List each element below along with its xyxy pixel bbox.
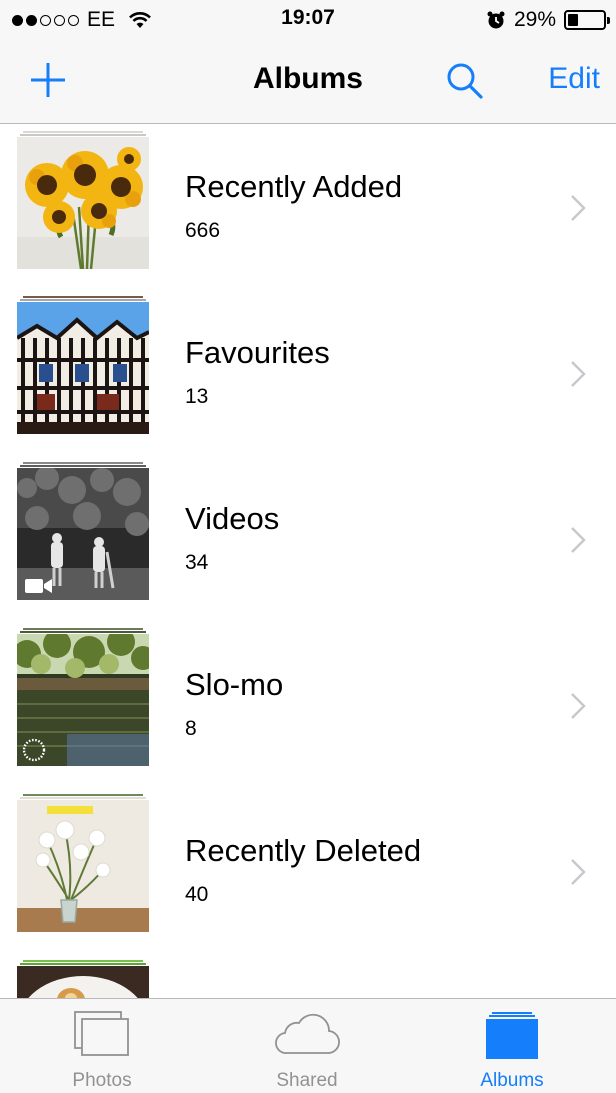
page-title: Albums bbox=[252, 62, 363, 95]
album-count: 13 bbox=[185, 385, 209, 408]
album-thumbnail bbox=[17, 131, 149, 269]
album-count: 40 bbox=[185, 883, 209, 906]
tudor-building-image bbox=[17, 302, 149, 434]
album-title: Videos bbox=[185, 501, 280, 536]
album-row-recently-added[interactable]: Recently Added 666 bbox=[0, 125, 616, 291]
albums-icon bbox=[486, 1012, 538, 1059]
battery-percent: 29% bbox=[513, 8, 556, 31]
chevron-right-icon bbox=[571, 859, 586, 885]
tab-shared[interactable]: Shared bbox=[227, 999, 387, 1093]
video-camera-icon bbox=[25, 579, 52, 593]
tab-label: Shared bbox=[276, 1070, 338, 1091]
album-count: 34 bbox=[185, 551, 209, 574]
tab-albums[interactable]: Albums bbox=[432, 999, 592, 1093]
alarm-icon bbox=[487, 11, 505, 29]
navigation-bar: Albums Edit bbox=[0, 40, 616, 124]
album-thumbnail bbox=[17, 296, 149, 434]
search-icon[interactable] bbox=[444, 60, 484, 100]
tab-label: Photos bbox=[72, 1070, 132, 1091]
album-thumbnail bbox=[17, 462, 149, 600]
album-title: Slo-mo bbox=[185, 667, 284, 702]
album-row-favourites[interactable]: Favourites 13 bbox=[0, 291, 616, 457]
album-title: Recently Added bbox=[185, 169, 403, 204]
album-count: 666 bbox=[185, 219, 221, 242]
photos-stack-icon bbox=[74, 1011, 129, 1056]
food-plate-image bbox=[17, 966, 149, 998]
chevron-right-icon bbox=[571, 195, 586, 221]
status-right: 29% bbox=[486, 7, 610, 33]
vase-flowers-image bbox=[17, 800, 149, 932]
album-thumbnail bbox=[17, 628, 149, 766]
album-row-slo-mo[interactable]: Slo-mo 8 bbox=[0, 623, 616, 789]
slo-mo-icon bbox=[22, 738, 46, 762]
battery-fill bbox=[568, 14, 578, 26]
cloud-icon bbox=[275, 1013, 340, 1054]
album-title: Favourites bbox=[185, 335, 330, 370]
album-thumbnail bbox=[17, 960, 149, 998]
edit-button[interactable]: Edit bbox=[548, 62, 600, 96]
chevron-right-icon bbox=[571, 693, 586, 719]
album-row-partial[interactable] bbox=[0, 955, 616, 998]
album-row-videos[interactable]: Videos 34 bbox=[0, 457, 616, 623]
chevron-right-icon bbox=[571, 527, 586, 553]
battery-icon bbox=[564, 10, 610, 30]
album-count: 8 bbox=[185, 717, 197, 740]
status-bar: EE 19:07 29% bbox=[0, 0, 616, 40]
chevron-right-icon bbox=[571, 361, 586, 387]
tab-label: Albums bbox=[480, 1070, 544, 1091]
album-row-recently-deleted[interactable]: Recently Deleted 40 bbox=[0, 789, 616, 955]
album-thumbnail bbox=[17, 794, 149, 932]
tab-bar: Photos Shared Albums bbox=[0, 998, 616, 1093]
album-title: Recently Deleted bbox=[185, 833, 422, 868]
album-list[interactable]: Recently Added 666 Favourites 13 Videos … bbox=[0, 125, 616, 998]
sunflowers-image bbox=[17, 137, 149, 269]
tab-photos[interactable]: Photos bbox=[22, 999, 182, 1093]
